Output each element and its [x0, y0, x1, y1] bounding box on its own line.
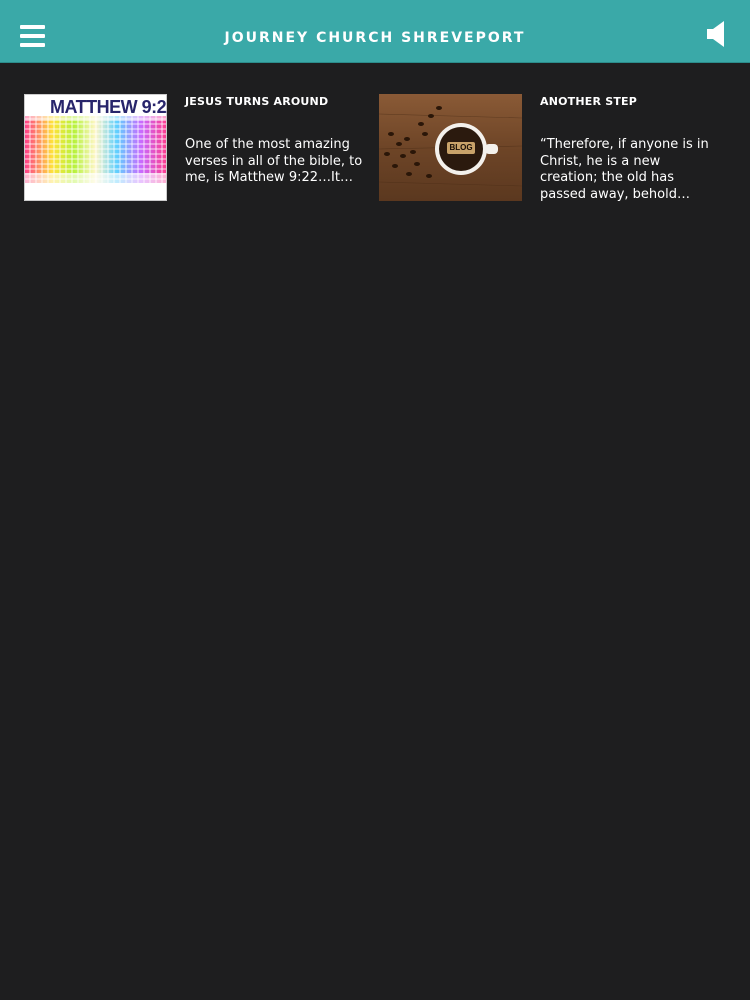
post-title[interactable]: ANOTHER STEP	[540, 95, 720, 108]
speaker-icon[interactable]	[704, 20, 728, 48]
app-title: JOURNEY CHURCH SHREVEPORT	[224, 30, 526, 46]
app-header: JOURNEY CHURCH SHREVEPORT	[0, 0, 750, 63]
post-excerpt: “Therefore, if anyone is in Christ, he i…	[540, 137, 709, 202]
thumbnail-caption: BLOG	[449, 143, 473, 152]
post-title[interactable]: JESUS TURNS AROUND	[185, 95, 365, 108]
post-card[interactable]: MATTHEW 9:22 JESUS TURNS AROUND One of t…	[24, 94, 364, 206]
post-thumbnail: MATTHEW 9:22	[24, 94, 167, 201]
thumbnail-caption: MATTHEW 9:22	[50, 97, 167, 117]
post-card[interactable]: BLOG ANOTHER STEP “Therefore, if anyone …	[379, 94, 719, 206]
post-excerpt: One of the most amazing verses in all of…	[185, 137, 363, 185]
post-thumbnail: BLOG	[379, 94, 522, 201]
